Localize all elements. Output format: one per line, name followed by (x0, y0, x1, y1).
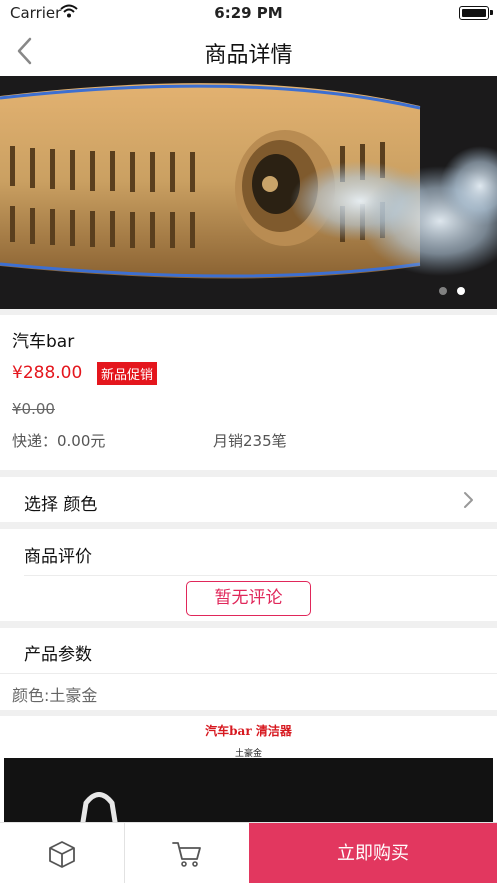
cube-icon (49, 840, 75, 868)
promo-badge: 新品促销 (97, 362, 158, 385)
shipping-fee: 快递：0.00元 (12, 432, 106, 450)
store-button[interactable] (0, 823, 125, 883)
battery-icon (459, 6, 493, 20)
reviews-title: 商品评价 (24, 547, 92, 567)
clock: 6:29 PM (214, 4, 283, 22)
product-price: ¥288.00 (12, 363, 83, 383)
original-price: ¥0.00 (12, 400, 55, 418)
product-photo (0, 76, 497, 309)
params-title: 产品参数 (24, 645, 92, 665)
cart-button[interactable] (125, 823, 249, 883)
spec-select-label: 选择 颜色 (24, 495, 98, 515)
page-title: 商品详情 (204, 43, 293, 68)
no-reviews-button[interactable]: 暂无评论 (186, 581, 311, 616)
bottom-bar: 立即购买 (0, 822, 497, 883)
cart-icon (172, 841, 201, 867)
buy-now-button[interactable]: 立即购买 (249, 823, 497, 883)
monthly-sales: 月销235笔 (213, 432, 287, 450)
detail-image (4, 758, 493, 822)
product-info: 汽车bar ¥288.00 新品促销 ¥0.00 快递：0.00元 月销235笔 (0, 315, 497, 470)
status-bar: Carrier 6:29 PM (0, 0, 497, 26)
nav-bar: 商品详情 (0, 26, 497, 76)
carousel-dot[interactable] (439, 287, 447, 295)
detail-title: 汽车bar 清洁器 (205, 724, 292, 738)
product-image-carousel[interactable] (0, 76, 497, 309)
chevron-right-icon (463, 490, 475, 510)
reviews-section: 商品评价 暂无评论 (0, 529, 497, 621)
spec-select-row[interactable]: 选择 颜色 (0, 477, 497, 522)
param-color: 颜色:土豪金 (12, 686, 98, 705)
product-name: 汽车bar (12, 332, 75, 352)
divider (0, 673, 497, 674)
carousel-dots (439, 287, 465, 295)
product-detail: 汽车bar 清洁器 土豪金 (0, 716, 497, 822)
params-section: 产品参数 颜色:土豪金 (0, 628, 497, 710)
carousel-dot-active[interactable] (457, 287, 465, 295)
divider (24, 575, 497, 576)
